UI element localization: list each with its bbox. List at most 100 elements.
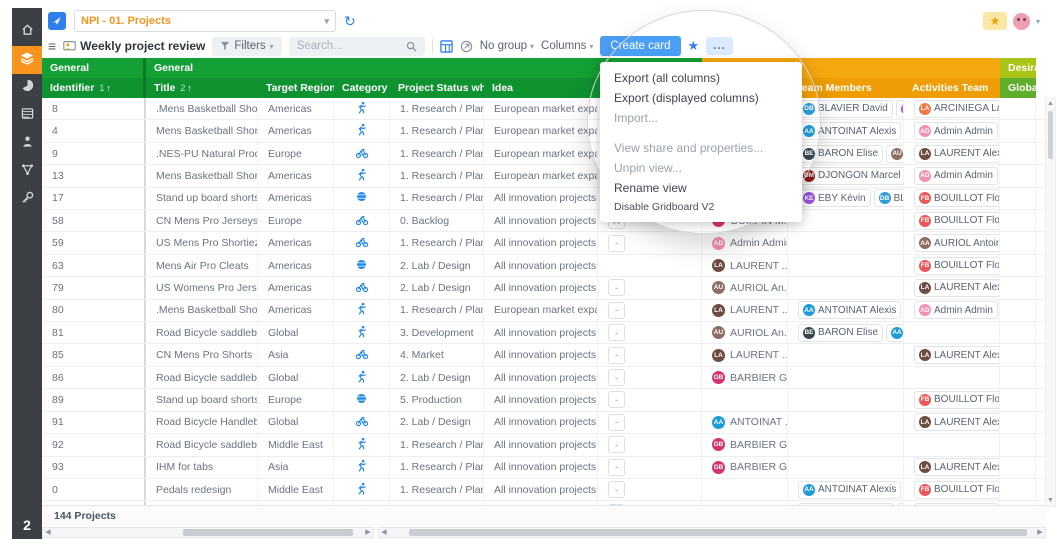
cell-idea[interactable]: All innovation projects	[484, 210, 598, 231]
cell-title[interactable]: CN Mens Pro Jerseys	[146, 210, 258, 231]
scroll-left-icon[interactable]: ◀	[43, 528, 53, 536]
cell-activities-team[interactable]: ADAdmin AdminLALAU	[904, 300, 1000, 321]
cell-project-status[interactable]: 0. Backlog	[390, 210, 484, 231]
cell-title[interactable]: Road Bicycle saddlebags	[146, 367, 258, 388]
cell-target-region[interactable]: Middle East	[258, 434, 334, 455]
cell-activities-team[interactable]: FBBOUILLOT FlorianBCC	[904, 255, 1000, 276]
scroll-right-icon[interactable]: ▶	[1035, 528, 1045, 536]
sidebar-item-pie-chart[interactable]	[12, 74, 42, 102]
cell-global[interactable]	[1000, 210, 1036, 231]
user-menu-chevron-icon[interactable]: ▾	[1036, 17, 1040, 26]
cell-project-manager[interactable]	[702, 389, 788, 410]
cell-title[interactable]: Mens Basketball Shorts	[146, 120, 258, 141]
cell-team-members[interactable]	[788, 255, 904, 276]
cell-team-members[interactable]	[788, 232, 904, 253]
cell-title[interactable]: Mens Basketball Shorts	[146, 165, 258, 186]
left-pane-hscrollbar[interactable]: ◀ ▶	[42, 527, 374, 538]
cell-title[interactable]: .Mens Basketball Shorts	[146, 98, 258, 119]
cell-score[interactable]: -	[598, 434, 702, 455]
cell-project-manager[interactable]: LALAURENT ...	[702, 300, 788, 321]
cell-activities-team[interactable]: ADAdmin AdminAUAUI	[904, 501, 1000, 505]
cell-team-members[interactable]	[788, 210, 904, 231]
column-header-global[interactable]: Global	[1000, 78, 1036, 98]
cell-team-members[interactable]	[788, 277, 904, 298]
cell-project-status[interactable]: 3. Development	[390, 322, 484, 343]
cell-project-status[interactable]: 1. Research / Plan	[390, 457, 484, 478]
cell-target-region[interactable]: Europe	[258, 501, 334, 505]
cell-activities-team[interactable]	[904, 322, 1000, 343]
cell-activities-team[interactable]: LALAURENT AlexandreBYB	[904, 143, 1000, 164]
cell-project-manager[interactable]: AUAURIOL An...	[702, 277, 788, 298]
cell-identifier[interactable]: 8	[42, 98, 146, 119]
cell-category[interactable]	[334, 277, 390, 298]
cell-target-region[interactable]: Global	[258, 412, 334, 433]
cell-score[interactable]: -	[598, 277, 702, 298]
cell-category[interactable]	[334, 165, 390, 186]
menu-item-6[interactable]: Disable Gridboard V2	[600, 198, 802, 216]
cell-project-status[interactable]: 2. Lab / Design	[390, 367, 484, 388]
cell-global[interactable]	[1000, 255, 1036, 276]
menu-item-4[interactable]: Unpin view...	[600, 158, 802, 178]
search-input[interactable]: Search...	[289, 37, 425, 56]
create-card-button[interactable]: Create card	[600, 36, 680, 56]
filters-button[interactable]: Filters ▾	[212, 37, 281, 56]
cell-global[interactable]	[1000, 277, 1036, 298]
cell-category[interactable]	[334, 322, 390, 343]
sidebar-item-layers[interactable]	[12, 46, 42, 74]
cell-identifier[interactable]: 79	[42, 277, 146, 298]
column-header-region[interactable]: Target Region3↑	[258, 78, 334, 98]
favorite-star-button[interactable]: ★	[983, 12, 1007, 30]
share-link-icon[interactable]	[460, 40, 473, 53]
cell-category[interactable]	[334, 479, 390, 500]
cell-identifier[interactable]: 92	[42, 434, 146, 455]
column-header-status[interactable]: Project Status which...	[390, 78, 484, 98]
cell-score[interactable]: -	[598, 322, 702, 343]
cell-title[interactable]: Road Bicycle saddlebags	[146, 434, 258, 455]
sidebar-item-person[interactable]	[12, 130, 42, 158]
cell-identifier[interactable]: 89	[42, 389, 146, 410]
cell-team-members[interactable]: DBBLAVIER DavidKEEBY Kévin	[788, 98, 904, 119]
cell-team-members[interactable]	[788, 412, 904, 433]
cell-project-status[interactable]: 1. Research / Plan	[390, 188, 484, 209]
cell-activities-team[interactable]: FBBOUILLOT FlorianLAL	[904, 479, 1000, 500]
cell-category[interactable]	[334, 188, 390, 209]
cell-team-members[interactable]: AAANTOINAT AlexisAUA	[788, 479, 904, 500]
cell-category[interactable]	[334, 389, 390, 410]
cell-activities-team[interactable]	[904, 367, 1000, 388]
cell-project-manager[interactable]: GBBARBIER G...	[702, 457, 788, 478]
menu-item-2[interactable]: Import...	[600, 108, 802, 128]
cell-idea[interactable]: European market expansion	[484, 501, 598, 505]
cell-team-members[interactable]	[788, 389, 904, 410]
cell-score[interactable]: -	[598, 232, 702, 253]
cell-activities-team[interactable]: LALAURENT AlexandreBCC	[904, 457, 1000, 478]
workspace-select[interactable]: NPI - 01. Projects ▾	[74, 10, 336, 32]
cell-project-status[interactable]: 2. Lab / Design	[390, 255, 484, 276]
cell-score[interactable]	[598, 255, 702, 276]
cell-category[interactable]	[334, 143, 390, 164]
scroll-up-icon[interactable]: ▲	[1047, 99, 1054, 109]
cell-identifier[interactable]: 80	[42, 300, 146, 321]
column-header-idea[interactable]: Idea	[484, 78, 598, 98]
scroll-down-icon[interactable]: ▼	[1047, 496, 1054, 506]
cell-project-status[interactable]: 0. Backlog	[390, 501, 484, 505]
cell-idea[interactable]: All innovation projects	[484, 322, 598, 343]
cell-team-members[interactable]	[788, 457, 904, 478]
more-options-button[interactable]: ...	[706, 37, 733, 55]
cell-score[interactable]: -	[598, 344, 702, 365]
cell-identifier[interactable]: 13	[42, 165, 146, 186]
cell-team-members[interactable]: BEBARON EliseAUAUR	[788, 143, 904, 164]
cell-category[interactable]	[334, 300, 390, 321]
cell-score[interactable]: -	[598, 412, 702, 433]
cell-category[interactable]	[334, 434, 390, 455]
cell-target-region[interactable]: Americas	[258, 277, 334, 298]
cell-category[interactable]	[334, 344, 390, 365]
cell-idea[interactable]: All innovation projects	[484, 277, 598, 298]
scroll-right-icon[interactable]: ▶	[363, 528, 373, 536]
cell-activities-team[interactable]: LALAURENT AlexandreBYB	[904, 277, 1000, 298]
cell-global[interactable]	[1000, 367, 1036, 388]
cell-title[interactable]: US Womens Pro Jerseys	[146, 277, 258, 298]
cell-title[interactable]: Pedals redesign	[146, 479, 258, 500]
cell-title[interactable]: .Mens Basketball Shorts	[146, 300, 258, 321]
cell-category[interactable]	[334, 120, 390, 141]
cell-idea[interactable]: European market expansion	[484, 98, 598, 119]
